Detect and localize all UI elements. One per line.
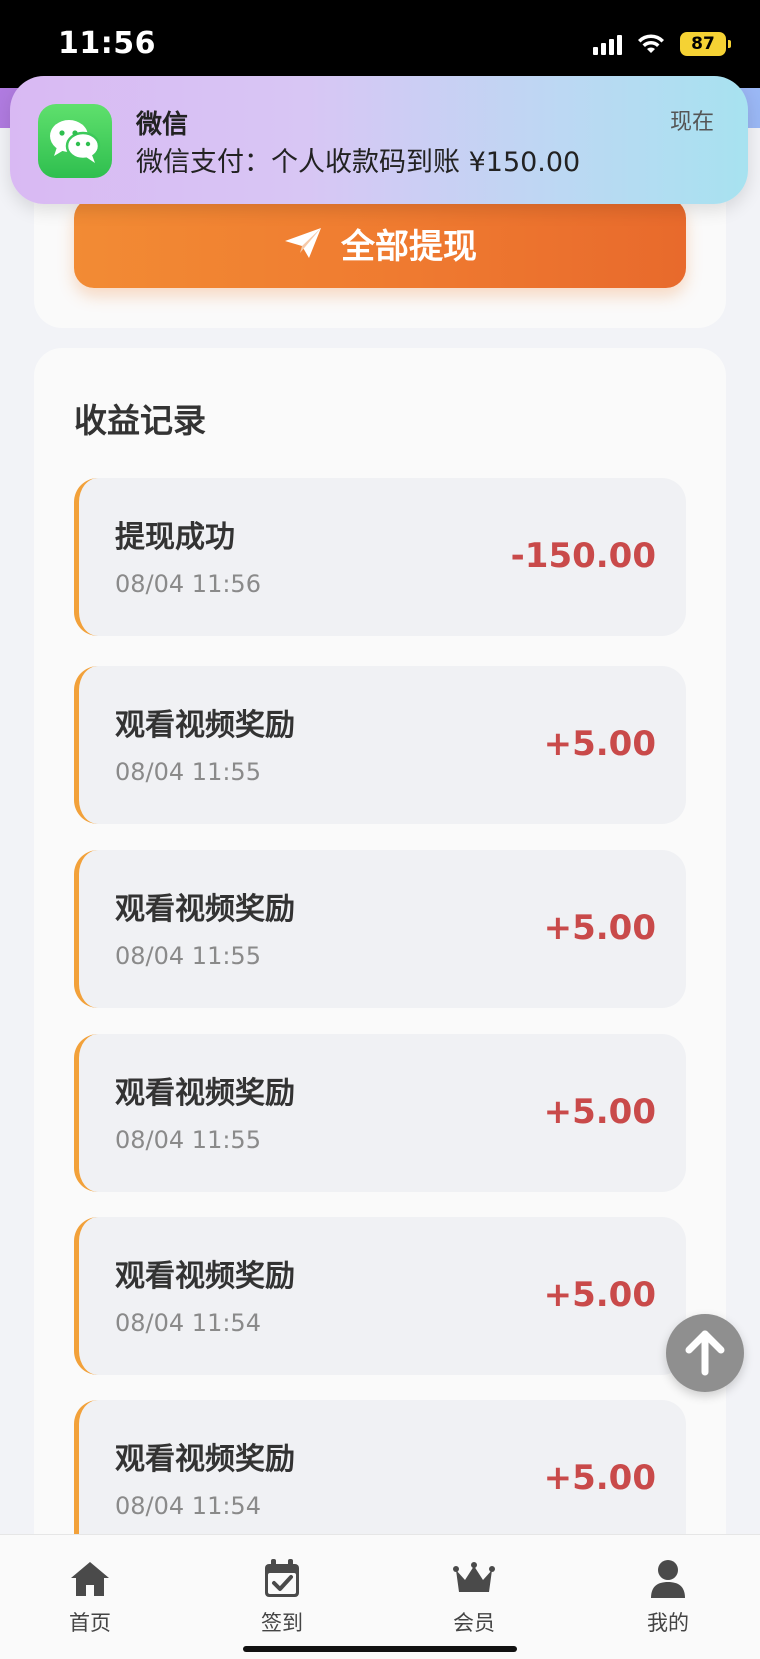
nav-item-home[interactable]: 首页 xyxy=(30,1557,150,1637)
wechat-notification[interactable]: 微信 微信支付：个人收款码到账 ¥150.00 现在 xyxy=(10,76,748,204)
battery-indicator: 87 xyxy=(680,32,731,56)
record-item[interactable]: 观看视频奖励 08/04 11:54 +5.00 xyxy=(74,1217,686,1375)
withdraw-all-button[interactable]: 全部提现 xyxy=(74,198,686,288)
records-title: 收益记录 xyxy=(74,401,206,440)
nav-item-profile[interactable]: 我的 xyxy=(608,1557,728,1637)
record-title: 观看视频奖励 xyxy=(115,1442,295,1477)
record-amount: +5.00 xyxy=(543,1275,656,1315)
record-time: 08/04 11:54 xyxy=(115,1492,261,1520)
notification-time: 现在 xyxy=(669,110,714,135)
record-item[interactable]: 观看视频奖励 08/04 11:55 +5.00 xyxy=(74,850,686,1008)
nav-label-home: 首页 xyxy=(69,1611,111,1635)
record-item[interactable]: 提现成功 08/04 11:56 -150.00 xyxy=(74,478,686,636)
status-time: 11:56 xyxy=(58,26,156,61)
home-indicator[interactable] xyxy=(243,1646,517,1652)
record-time: 08/04 11:55 xyxy=(115,1126,261,1154)
record-time: 08/04 11:55 xyxy=(115,758,261,786)
record-amount: +5.00 xyxy=(543,908,656,948)
calendar-check-icon xyxy=(265,1559,299,1597)
wechat-logo-icon xyxy=(50,120,101,163)
record-item[interactable]: 观看视频奖励 08/04 11:55 +5.00 xyxy=(74,1034,686,1192)
nav-label-checkin: 签到 xyxy=(261,1611,303,1635)
record-title: 观看视频奖励 xyxy=(115,892,295,927)
nav-label-membership: 会员 xyxy=(453,1611,495,1635)
home-icon xyxy=(71,1562,109,1596)
record-title: 提现成功 xyxy=(115,520,235,555)
cellular-signal-icon xyxy=(593,33,622,55)
record-item[interactable]: 观看视频奖励 08/04 11:55 +5.00 xyxy=(74,666,686,824)
nav-item-checkin[interactable]: 签到 xyxy=(222,1557,342,1637)
record-title: 观看视频奖励 xyxy=(115,1076,295,1111)
record-amount: +5.00 xyxy=(543,1458,656,1498)
notification-app-name: 微信 xyxy=(136,110,189,140)
record-time: 08/04 11:55 xyxy=(115,942,261,970)
wifi-icon xyxy=(638,34,664,53)
bottom-navigation: 首页 签到 会员 我的 xyxy=(0,1534,760,1659)
nav-item-membership[interactable]: 会员 xyxy=(414,1557,534,1637)
record-title: 观看视频奖励 xyxy=(115,1259,295,1294)
withdraw-all-label: 全部提现 xyxy=(341,227,477,266)
record-amount: +5.00 xyxy=(543,724,656,764)
scroll-to-top-button[interactable] xyxy=(666,1314,744,1392)
status-icons: 87 xyxy=(593,32,731,56)
nav-label-profile: 我的 xyxy=(647,1611,689,1635)
record-time: 08/04 11:56 xyxy=(115,570,261,598)
notification-message: 微信支付：个人收款码到账 ¥150.00 xyxy=(136,147,581,178)
record-amount: +5.00 xyxy=(543,1092,656,1132)
user-icon xyxy=(651,1560,685,1598)
record-amount: -150.00 xyxy=(510,536,656,576)
wechat-app-icon xyxy=(38,104,112,178)
arrow-up-icon xyxy=(685,1330,725,1376)
record-time: 08/04 11:54 xyxy=(115,1309,261,1337)
paper-plane-icon xyxy=(285,228,321,258)
record-title: 观看视频奖励 xyxy=(115,708,295,743)
crown-icon xyxy=(453,1562,495,1592)
